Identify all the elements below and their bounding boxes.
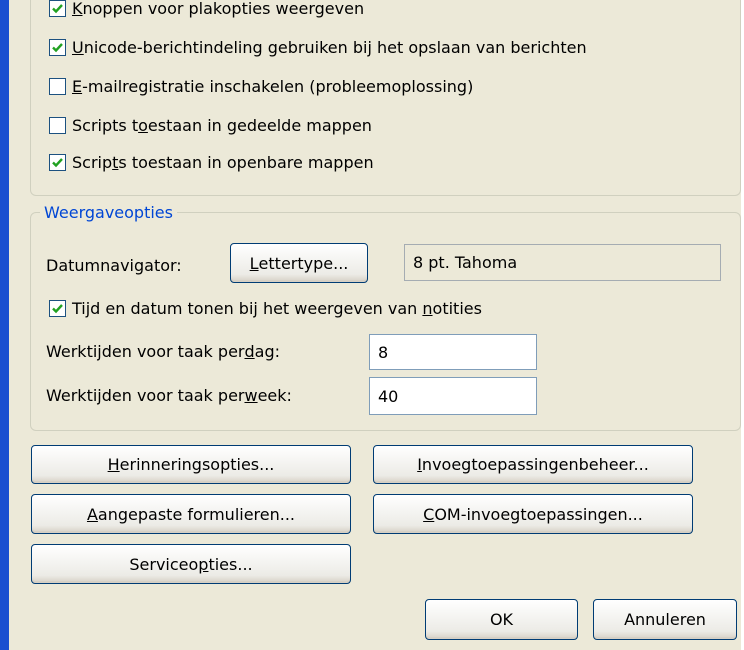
weergaveopties-legend: Weergaveopties [40,203,177,222]
aangepaste-formulieren-button[interactable]: Aangepaste formulieren... [31,494,351,534]
checkbox-emailregistratie[interactable]: E-mailregistratie inschakelen (probleemo… [49,77,473,96]
checkbox-tijd-datum-notities[interactable]: Tijd en datum tonen bij het weergeven va… [49,299,482,318]
checkbox-unicode-berichtindeling[interactable]: Unicode-berichtindeling gebruiken bij he… [49,38,587,57]
datumnavigator-label: Datumnavigator: [46,256,182,275]
annuleren-button[interactable]: Annuleren [593,599,737,640]
datumnavigator-font-display: 8 pt. Tahoma [404,244,721,281]
checkbox-box[interactable] [49,78,66,95]
checkbox-box[interactable] [49,39,66,56]
checkmark-icon [52,158,63,168]
herinneringsopties-button[interactable]: Herinneringsopties... [31,445,351,484]
serviceopties-button[interactable]: Serviceo p ties... [31,544,351,584]
checkbox-box[interactable] [49,154,66,171]
checkmark-icon [52,4,63,14]
checkbox-label: Scripts toestaan in gedeelde mappen [72,116,372,135]
checkmark-icon [52,304,63,314]
checkbox-label: Unicode-berichtindeling gebruiken bij he… [72,38,587,57]
checkbox-box[interactable] [49,300,66,317]
checkbox-label: E-mailregistratie inschakelen (probleemo… [72,77,474,96]
checkbox-knoppen-plakopties[interactable]: Knoppen voor plakopties weergeven [49,0,364,18]
com-invoegtoepassingen-button[interactable]: C OM-invoegtoepassingen... [373,494,693,534]
werktijden-dag-label: Werktijden voor taak per d ag: [46,342,280,361]
ok-button[interactable]: OK [425,599,578,640]
checkbox-scripts-openbare-mappen[interactable]: Scripts toestaan in openbare mappen [49,153,374,172]
werktijden-week-label: Werktijden voor taak per w eek: [46,386,292,405]
invoegtoepassingenbeheer-button[interactable]: Invoegtoepassingenbeheer... [373,445,693,484]
checkmark-icon [52,43,63,53]
checkbox-box[interactable] [49,117,66,134]
checkbox-box[interactable] [49,0,66,17]
checkbox-label: Tijd en datum tonen bij het weergeven va… [72,299,482,318]
window-frame-left [0,0,9,650]
werktijden-week-input[interactable]: 40 [369,377,537,415]
werktijden-dag-input[interactable]: 8 [369,334,537,370]
checkbox-label: Knoppen voor plakopties weergeven [72,0,365,18]
checkbox-label: Scripts toestaan in openbare mappen [72,153,374,172]
lettertype-button[interactable]: Lettertype... [230,243,368,283]
checkbox-scripts-gedeelde-mappen[interactable]: Scripts toestaan in gedeelde mappen [49,116,372,135]
